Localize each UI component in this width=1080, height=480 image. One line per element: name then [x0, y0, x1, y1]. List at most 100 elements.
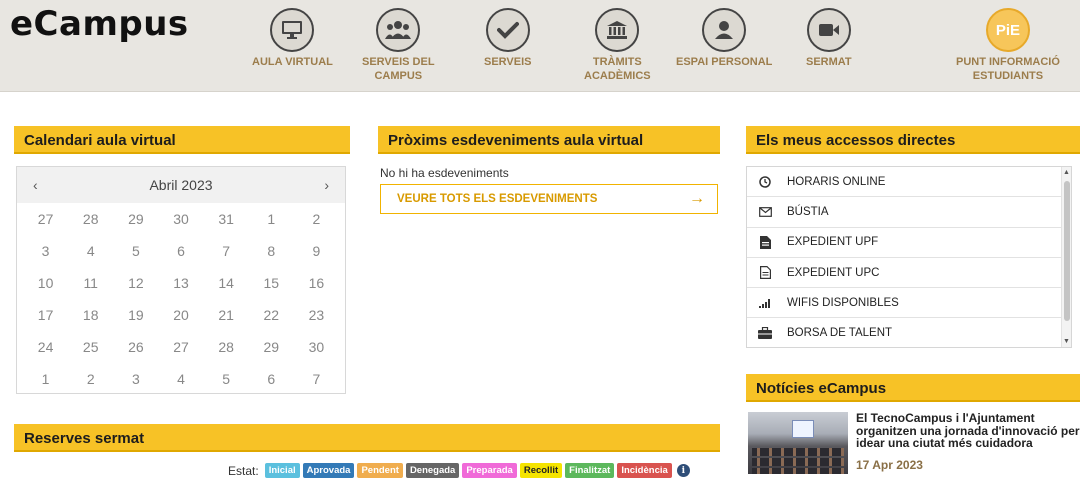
news-headline-link[interactable]: El TecnoCampus i l'Ajuntament organitzen… [856, 412, 1080, 450]
nav-espai-personal[interactable]: ESPAI PERSONAL [676, 8, 772, 69]
calendar-day[interactable]: 23 [294, 299, 339, 331]
calendar-day[interactable]: 27 [158, 331, 203, 363]
calendar-day[interactable]: 9 [294, 235, 339, 267]
scroll-thumb[interactable] [1064, 181, 1070, 321]
calendar-day[interactable]: 3 [23, 235, 68, 267]
calendar-day[interactable]: 18 [68, 299, 113, 331]
nav-serveis-campus[interactable]: SERVEIS DEL CAMPUS [362, 8, 435, 83]
nav-label: PUNT INFORMACIÓ ESTUDIANTS [956, 56, 1060, 82]
calendar-day[interactable]: 28 [68, 203, 113, 235]
quick-access-item[interactable]: WIFIS DISPONIBLES [747, 288, 1071, 319]
nav-punt-informacio[interactable]: PiE PUNT INFORMACIÓ ESTUDIANTS [956, 8, 1060, 83]
view-all-events-label: VEURE TOTS ELS ESDEVENIMENTS [397, 193, 598, 205]
news-date: 17 Apr 2023 [856, 458, 923, 472]
calendar-day[interactable]: 7 [294, 363, 339, 395]
nav-label: SERVEIS DEL CAMPUS [362, 56, 435, 82]
calendar-day[interactable]: 8 [249, 235, 294, 267]
calendar-day[interactable]: 6 [249, 363, 294, 395]
quick-access-item[interactable]: BORSA DE TALENT [747, 318, 1071, 347]
status-legend-label: Estat: [228, 463, 259, 478]
quick-access-list: HORARIS ONLINE BÚSTIA EXPEDIENT UPF EXPE… [746, 166, 1072, 348]
scroll-up-icon[interactable]: ▲ [1063, 169, 1070, 176]
calendar-day[interactable]: 11 [68, 267, 113, 299]
status-badge: Recollit [519, 463, 563, 478]
nav-tramits-academics[interactable]: TRÀMITS ACADÈMICS [584, 8, 651, 83]
quick-access-label: BORSA DE TALENT [787, 327, 893, 340]
calendar-header: ‹ Abril 2023 › [17, 167, 345, 203]
nav-serveis[interactable]: SERVEIS [484, 8, 532, 69]
quick-access-scrollbar[interactable]: ▲ ▼ [1061, 167, 1071, 347]
nav-aula-virtual[interactable]: AULA VIRTUAL [252, 8, 333, 69]
no-events-message: No hi ha esdeveniments [380, 166, 509, 180]
calendar-day[interactable]: 30 [158, 203, 203, 235]
calendar-day[interactable]: 6 [158, 235, 203, 267]
calendar-grid: 27 28 29 30 31 1 2 3 4 5 6 7 8 9 10 11 12 13 14 15 16 17 18 19 2… [17, 203, 345, 395]
nav-sermat[interactable]: SERMAT [806, 8, 852, 69]
nav-label: ESPAI PERSONAL [676, 56, 773, 68]
calendar-day[interactable]: 4 [158, 363, 203, 395]
calendar-day[interactable]: 15 [249, 267, 294, 299]
calendar-day[interactable]: 2 [294, 203, 339, 235]
status-badge: Preparada [462, 463, 517, 478]
calendar-day[interactable]: 21 [204, 299, 249, 331]
calendar-day[interactable]: 3 [113, 363, 158, 395]
calendar-day[interactable]: 19 [113, 299, 158, 331]
news-section-title: Notícies eCampus [746, 374, 1080, 402]
arrow-right-icon: → [689, 190, 705, 207]
institution-icon [595, 8, 640, 52]
status-badge: Incidència [617, 463, 672, 478]
quick-access-label: EXPEDIENT UPF [787, 236, 879, 249]
prev-month-button[interactable]: ‹ [33, 177, 38, 193]
quick-access-label: EXPEDIENT UPC [787, 266, 880, 279]
scroll-down-icon[interactable]: ▼ [1063, 338, 1070, 345]
calendar-day[interactable]: 5 [204, 363, 249, 395]
calendar-day[interactable]: 2 [68, 363, 113, 395]
news-thumbnail[interactable] [748, 412, 848, 474]
quick-access-label: HORARIS ONLINE [787, 175, 886, 188]
nav-label: SERMAT [806, 56, 852, 68]
quick-access-item[interactable]: EXPEDIENT UPF [747, 228, 1071, 258]
calendar-day[interactable]: 14 [204, 267, 249, 299]
calendar-day[interactable]: 1 [23, 363, 68, 395]
quick-access-item[interactable]: EXPEDIENT UPC [747, 258, 1071, 289]
projector-screen-image [792, 420, 814, 438]
status-badge: Pendent [357, 463, 403, 478]
signal-icon [757, 296, 773, 310]
top-header: eCampus AULA VIRTUAL SERVEIS DEL CAMPUS … [0, 0, 1080, 92]
events-section-title: Pròxims esdeveniments aula virtual [378, 126, 720, 154]
quick-access-label: WIFIS DISPONIBLES [787, 296, 899, 309]
calendar-day[interactable]: 7 [204, 235, 249, 267]
calendar-day[interactable]: 27 [23, 203, 68, 235]
calendar-day[interactable]: 12 [113, 267, 158, 299]
view-all-events-button[interactable]: VEURE TOTS ELS ESDEVENIMENTS → [380, 184, 718, 214]
calendar-day[interactable]: 20 [158, 299, 203, 331]
calendar-day[interactable]: 13 [158, 267, 203, 299]
ecampus-logo[interactable]: eCampus [10, 4, 189, 44]
calendar-day[interactable]: 29 [249, 331, 294, 363]
info-icon[interactable]: i [676, 464, 690, 477]
calendar-day[interactable]: 17 [23, 299, 68, 331]
calendar-day[interactable]: 22 [249, 299, 294, 331]
calendar-day[interactable]: 31 [204, 203, 249, 235]
calendar-day[interactable]: 5 [113, 235, 158, 267]
file-text-icon [757, 266, 773, 280]
quick-access-item[interactable]: HORARIS ONLINE [747, 167, 1071, 198]
calendar-day[interactable]: 28 [204, 331, 249, 363]
next-month-button[interactable]: › [324, 177, 329, 193]
calendar-day[interactable]: 1 [249, 203, 294, 235]
calendar-day[interactable]: 29 [113, 203, 158, 235]
video-camera-icon [806, 8, 851, 52]
status-badge: Inicial [264, 463, 300, 478]
calendar-day[interactable]: 16 [294, 267, 339, 299]
audience-image [752, 448, 844, 456]
calendar-day[interactable]: 24 [23, 331, 68, 363]
quick-access-item[interactable]: BÚSTIA [747, 197, 1071, 228]
nav-label: SERVEIS [484, 56, 532, 68]
calendar-day[interactable]: 30 [294, 331, 339, 363]
calendar-day[interactable]: 4 [68, 235, 113, 267]
calendar-day[interactable]: 10 [23, 267, 68, 299]
calendar-day[interactable]: 25 [68, 331, 113, 363]
quick-access-label: BÚSTIA [787, 205, 829, 218]
calendar-day[interactable]: 26 [113, 331, 158, 363]
calendar-month-label: Abril 2023 [149, 177, 213, 193]
